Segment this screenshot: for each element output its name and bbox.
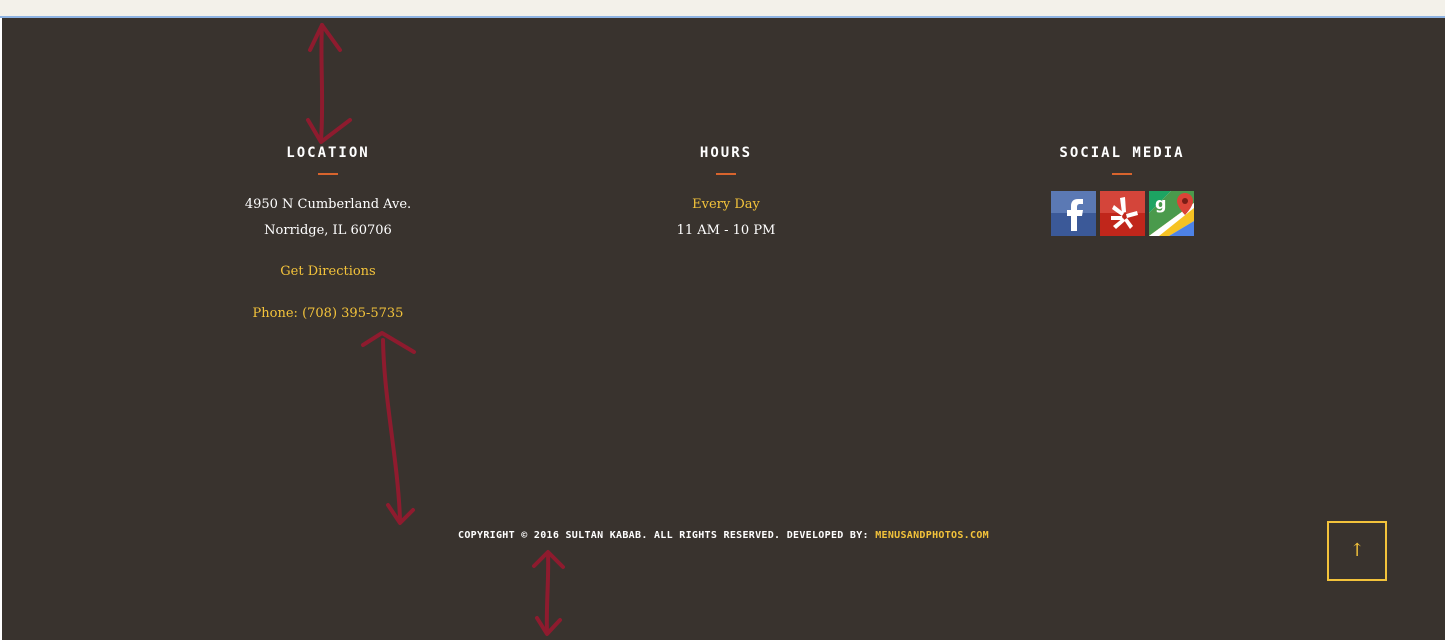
developer-link[interactable]: MENUSANDPHOTOS.COM xyxy=(875,530,989,541)
social-column: SOCIAL MEDIA g xyxy=(1024,143,1220,236)
location-column: LOCATION 4950 N Cumberland Ave. Norridge… xyxy=(230,143,426,327)
back-to-top-button[interactable]: ↑ xyxy=(1327,521,1387,581)
location-heading: LOCATION xyxy=(286,145,370,161)
social-heading: SOCIAL MEDIA xyxy=(1059,145,1185,161)
copyright-bar: COPYRIGHT © 2016 SULTAN KABAB. ALL RIGHT… xyxy=(2,530,1445,541)
svg-text:g: g xyxy=(1155,194,1166,213)
phone-link[interactable]: Phone: (708) 395-5735 xyxy=(230,301,426,327)
arrow-up-icon: ↑ xyxy=(1349,540,1365,561)
hours-column: HOURS Every Day 11 AM - 10 PM xyxy=(628,143,824,244)
location-divider xyxy=(318,173,338,175)
hours-heading: HOURS xyxy=(699,145,753,161)
get-directions-link[interactable]: Get Directions xyxy=(230,259,426,285)
address-line-2: Norridge, IL 60706 xyxy=(264,223,392,238)
site-footer: LOCATION 4950 N Cumberland Ave. Norridge… xyxy=(2,18,1445,640)
hours-divider xyxy=(716,173,736,175)
facebook-icon[interactable] xyxy=(1050,191,1096,236)
browser-top-strip xyxy=(0,0,1445,18)
social-divider xyxy=(1112,173,1132,175)
address-line-1: 4950 N Cumberland Ave. xyxy=(244,197,412,212)
hours-time: 11 AM - 10 PM xyxy=(676,223,776,238)
copyright-text: COPYRIGHT © 2016 SULTAN KABAB. ALL RIGHT… xyxy=(458,530,876,541)
yelp-icon[interactable] xyxy=(1099,191,1145,236)
hours-days: Every Day xyxy=(692,197,760,212)
google-maps-icon[interactable]: g xyxy=(1148,191,1194,236)
